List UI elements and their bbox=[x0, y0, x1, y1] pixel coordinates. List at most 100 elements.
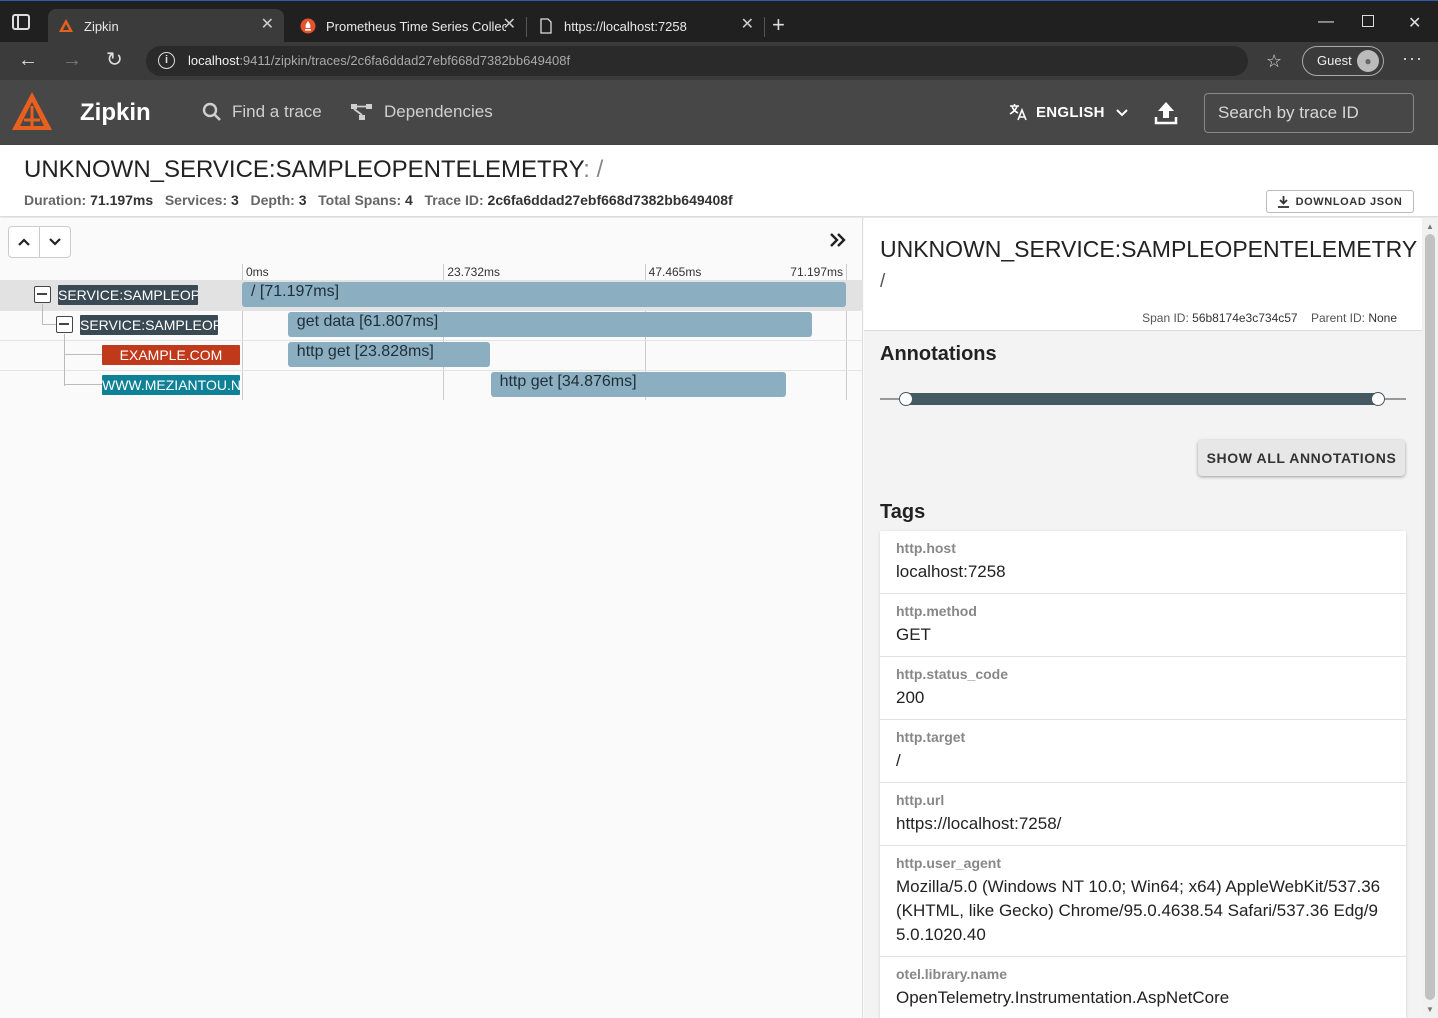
collapse-toggle-icon[interactable] bbox=[56, 316, 73, 333]
tab-prometheus[interactable]: Prometheus Time Series Collection ✕ bbox=[290, 9, 526, 43]
row-divider bbox=[0, 340, 863, 341]
previous-span-button[interactable] bbox=[9, 227, 39, 257]
trace-title: UNKNOWN_SERVICE:SAMPLEOPENTELEMETRY: / bbox=[24, 156, 603, 184]
scroll-down-icon[interactable]: ▼ bbox=[1426, 1005, 1434, 1014]
show-all-annotations-button[interactable]: SHOW ALL ANNOTATIONS bbox=[1198, 440, 1405, 476]
tree-connector bbox=[42, 324, 56, 325]
span-detail-panel: UNKNOWN_SERVICE:SAMPLEOPENTELEMETRY / Sp… bbox=[864, 218, 1422, 1018]
download-icon bbox=[1277, 195, 1289, 208]
browser-tab-bar: Zipkin ✕ Prometheus Time Series Collecti… bbox=[0, 0, 1438, 43]
address-bar[interactable]: i localhost:9411/zipkin/traces/2c6fa6dda… bbox=[146, 46, 1248, 76]
tree-connector bbox=[64, 384, 102, 385]
span-bar[interactable]: / [71.197ms] bbox=[242, 282, 846, 307]
tag-key: otel.library.name bbox=[896, 966, 1008, 982]
maximize-icon[interactable] bbox=[1362, 15, 1374, 27]
tag-row: http.url https://localhost:7258/ bbox=[880, 783, 1406, 846]
language-label: ENGLISH bbox=[1036, 103, 1105, 121]
tab-title: Zipkin bbox=[84, 18, 119, 34]
annotation-range bbox=[906, 393, 1379, 405]
nav-find-trace[interactable]: Find a trace bbox=[202, 102, 322, 122]
brand-title[interactable]: Zipkin bbox=[80, 99, 151, 127]
upload-icon[interactable] bbox=[1154, 100, 1178, 126]
close-tab-icon[interactable]: ✕ bbox=[261, 17, 274, 33]
time-tick-label: 71.197ms bbox=[790, 265, 843, 279]
tab-separator bbox=[526, 17, 527, 37]
span-service-label[interactable]: EXAMPLE.COM bbox=[102, 345, 240, 365]
trace-depth: 3 bbox=[298, 192, 307, 208]
trace-duration: 71.197ms bbox=[90, 192, 154, 208]
reload-icon[interactable]: ↻ bbox=[106, 50, 123, 70]
tab-separator bbox=[764, 17, 765, 37]
dependencies-icon bbox=[351, 104, 372, 120]
back-icon[interactable]: ← bbox=[18, 50, 38, 70]
trace-id-search-input[interactable] bbox=[1204, 93, 1414, 133]
scroll-up-icon[interactable]: ▲ bbox=[1426, 222, 1434, 231]
favorites-icon[interactable]: ☆ bbox=[1266, 51, 1282, 72]
download-json-button[interactable]: DOWNLOAD JSON bbox=[1266, 190, 1414, 213]
detail-service-name: UNKNOWN_SERVICE:SAMPLEOPENTELEMETRY bbox=[880, 236, 1418, 262]
tag-key: http.status_code bbox=[896, 666, 1009, 682]
span-bar[interactable]: http get [34.876ms] bbox=[490, 372, 787, 397]
detail-scrollbar[interactable]: ▲ ▼ bbox=[1422, 218, 1438, 1018]
minimize-icon[interactable]: — bbox=[1318, 13, 1334, 31]
trace-span-name: / bbox=[596, 156, 604, 183]
title-separator: : bbox=[583, 156, 590, 183]
tab-localhost[interactable]: https://localhost:7258 ✕ bbox=[528, 9, 764, 43]
zipkin-favicon-icon bbox=[59, 19, 73, 32]
span-service-label[interactable]: SERVICE:SAMPLEOPEI bbox=[80, 315, 218, 335]
span-service-label[interactable]: WWW.MEZIANTOU.NE bbox=[102, 375, 240, 395]
row-divider bbox=[0, 370, 863, 371]
tab-zipkin[interactable]: Zipkin ✕ bbox=[48, 9, 284, 43]
trace-meta: Duration: 71.197ms Services: 3 Depth: 3 … bbox=[24, 192, 733, 208]
detail-span-name: / bbox=[880, 271, 886, 292]
trace-summary: UNKNOWN_SERVICE:SAMPLEOPENTELEMETRY: / D… bbox=[0, 145, 1438, 217]
collapse-toggle-icon[interactable] bbox=[34, 286, 51, 303]
expand-panel-icon[interactable] bbox=[829, 232, 847, 248]
scrollbar-thumb[interactable] bbox=[1425, 234, 1435, 1000]
span-service-label[interactable]: SERVICE:SAMPLEOPEI bbox=[58, 285, 198, 305]
tag-row: http.method GET bbox=[880, 594, 1406, 657]
annotation-end-marker[interactable] bbox=[1371, 392, 1385, 406]
trace-service-name: UNKNOWN_SERVICE:SAMPLEOPENTELEMETRY bbox=[24, 156, 584, 183]
language-selector[interactable]: ENGLISH bbox=[1008, 102, 1129, 122]
forward-icon[interactable]: → bbox=[62, 50, 82, 70]
tag-value: https://localhost:7258/ bbox=[896, 814, 1062, 833]
tab-title: Prometheus Time Series Collection bbox=[326, 18, 506, 34]
nav-label: Find a trace bbox=[232, 102, 322, 121]
nav-dependencies[interactable]: Dependencies bbox=[350, 102, 493, 122]
tag-value: GET bbox=[896, 625, 931, 644]
nav-label: Dependencies bbox=[384, 102, 493, 121]
time-tick-label: 0ms bbox=[246, 265, 269, 279]
parent-id: None bbox=[1368, 311, 1397, 325]
trace-services: 3 bbox=[231, 192, 239, 208]
annotations-title: Annotations bbox=[880, 343, 997, 365]
new-tab-icon[interactable]: + bbox=[772, 14, 785, 36]
tag-key: http.user_agent bbox=[896, 855, 1002, 871]
zipkin-logo-icon[interactable] bbox=[10, 90, 54, 134]
chevron-down-icon bbox=[1116, 109, 1128, 117]
tag-value: Mozilla/5.0 (Windows NT 10.0; Win64; x64… bbox=[896, 877, 1381, 944]
tag-key: http.target bbox=[896, 729, 966, 745]
next-span-button[interactable] bbox=[39, 227, 70, 257]
site-info-icon[interactable]: i bbox=[158, 52, 175, 69]
more-options-icon[interactable]: ··· bbox=[1402, 48, 1423, 69]
time-tick-label: 23.732ms bbox=[447, 265, 501, 279]
close-tab-icon[interactable]: ✕ bbox=[741, 17, 754, 33]
tree-connector bbox=[64, 354, 102, 355]
tags-title: Tags bbox=[880, 501, 926, 523]
page-icon bbox=[540, 18, 552, 34]
tab-actions-icon[interactable] bbox=[12, 14, 30, 30]
annotation-start-marker[interactable] bbox=[899, 392, 913, 406]
trace-total-spans: 4 bbox=[405, 192, 413, 208]
tag-value: OpenTelemetry.Instrumentation.AspNetCore bbox=[896, 988, 1230, 1007]
url-text[interactable]: localhost:9411/zipkin/traces/2c6fa6ddad2… bbox=[188, 53, 570, 68]
span-bar[interactable]: http get [23.828ms] bbox=[287, 342, 490, 367]
profile-button[interactable]: Guest ● bbox=[1302, 46, 1384, 76]
timeline-panel: 0ms 23.732ms 47.465ms 71.197ms SERVICE:SAMP… bbox=[0, 218, 863, 1018]
avatar-icon: ● bbox=[1357, 50, 1379, 72]
tag-row: http.status_code 200 bbox=[880, 657, 1406, 720]
close-tab-icon[interactable]: ✕ bbox=[503, 17, 516, 33]
span-bar[interactable]: get data [61.807ms] bbox=[287, 312, 813, 337]
tag-row: otel.library.name OpenTelemetry.Instrumen… bbox=[880, 957, 1406, 1018]
window-close-icon[interactable]: ✕ bbox=[1408, 13, 1421, 33]
